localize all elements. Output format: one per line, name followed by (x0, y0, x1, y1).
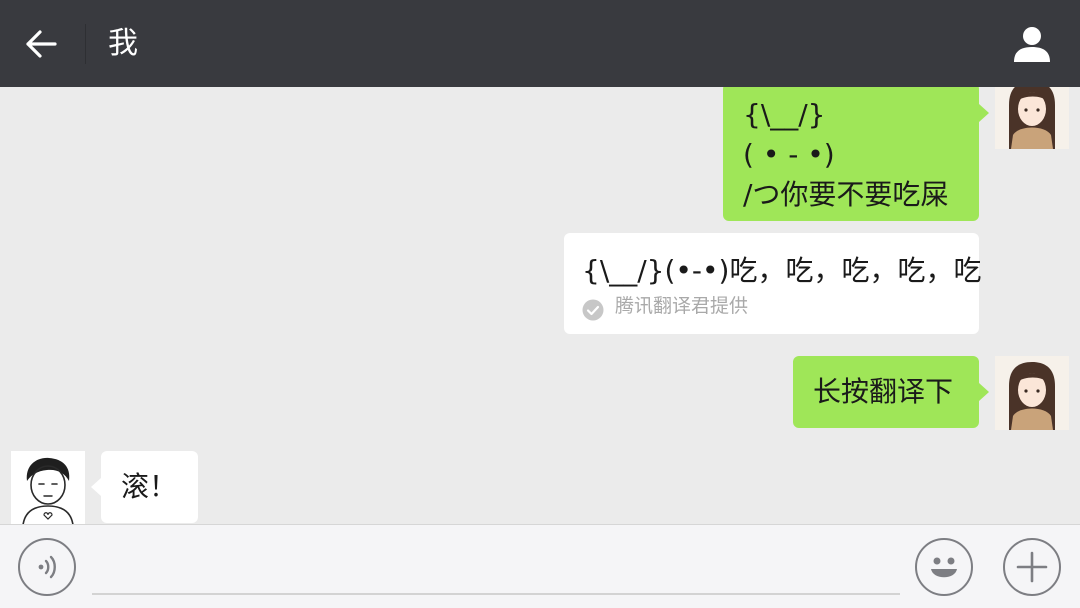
my-avatar[interactable] (995, 87, 1069, 149)
bubble-tail (979, 383, 989, 401)
message-bubble-received[interactable]: 滚！ (101, 451, 198, 523)
message-line: {\__/} (743, 98, 826, 131)
chat-area[interactable]: {\__/} ( • - •) /つ你要不要吃屎 {\__/}(•-•)吃，吃，… (0, 87, 1080, 524)
my-avatar[interactable] (995, 356, 1069, 430)
message-line: ( • - •) (743, 138, 835, 171)
message-input[interactable] (92, 543, 900, 595)
check-circle-icon (582, 295, 604, 328)
plus-icon (1016, 551, 1048, 583)
translation-card[interactable]: {\__/}(•-•)吃，吃，吃，吃，吃 腾讯翻译君提供 (564, 233, 982, 334)
emoji-button[interactable] (915, 538, 973, 596)
message-line: 滚！ (121, 470, 178, 503)
arrow-left-icon (26, 30, 57, 58)
message-bubble-sent[interactable]: 长按翻译下 (793, 356, 979, 428)
profile-button[interactable] (1008, 22, 1056, 66)
title-bar: 我 (0, 0, 1080, 87)
contact-avatar[interactable] (11, 451, 85, 524)
input-bar (0, 524, 1080, 608)
voice-button[interactable] (18, 538, 76, 596)
add-button[interactable] (1003, 538, 1061, 596)
bubble-tail (979, 104, 989, 122)
message-line: /つ你要不要吃屎 (743, 178, 949, 211)
message-bubble-sent[interactable]: {\__/} ( • - •) /つ你要不要吃屎 (723, 87, 979, 221)
emoji-icon (931, 557, 957, 578)
translation-provider: 腾讯翻译君提供 (615, 295, 749, 317)
chat-title: 我 (108, 26, 138, 61)
person-icon (1014, 27, 1050, 62)
translation-text: {\__/}(•-•)吃，吃，吃，吃，吃 (582, 254, 982, 287)
header-divider (85, 24, 86, 64)
voice-icon (38, 555, 56, 579)
message-line: 长按翻译下 (813, 375, 954, 408)
bubble-tail (91, 478, 101, 496)
back-button[interactable] (18, 22, 64, 66)
